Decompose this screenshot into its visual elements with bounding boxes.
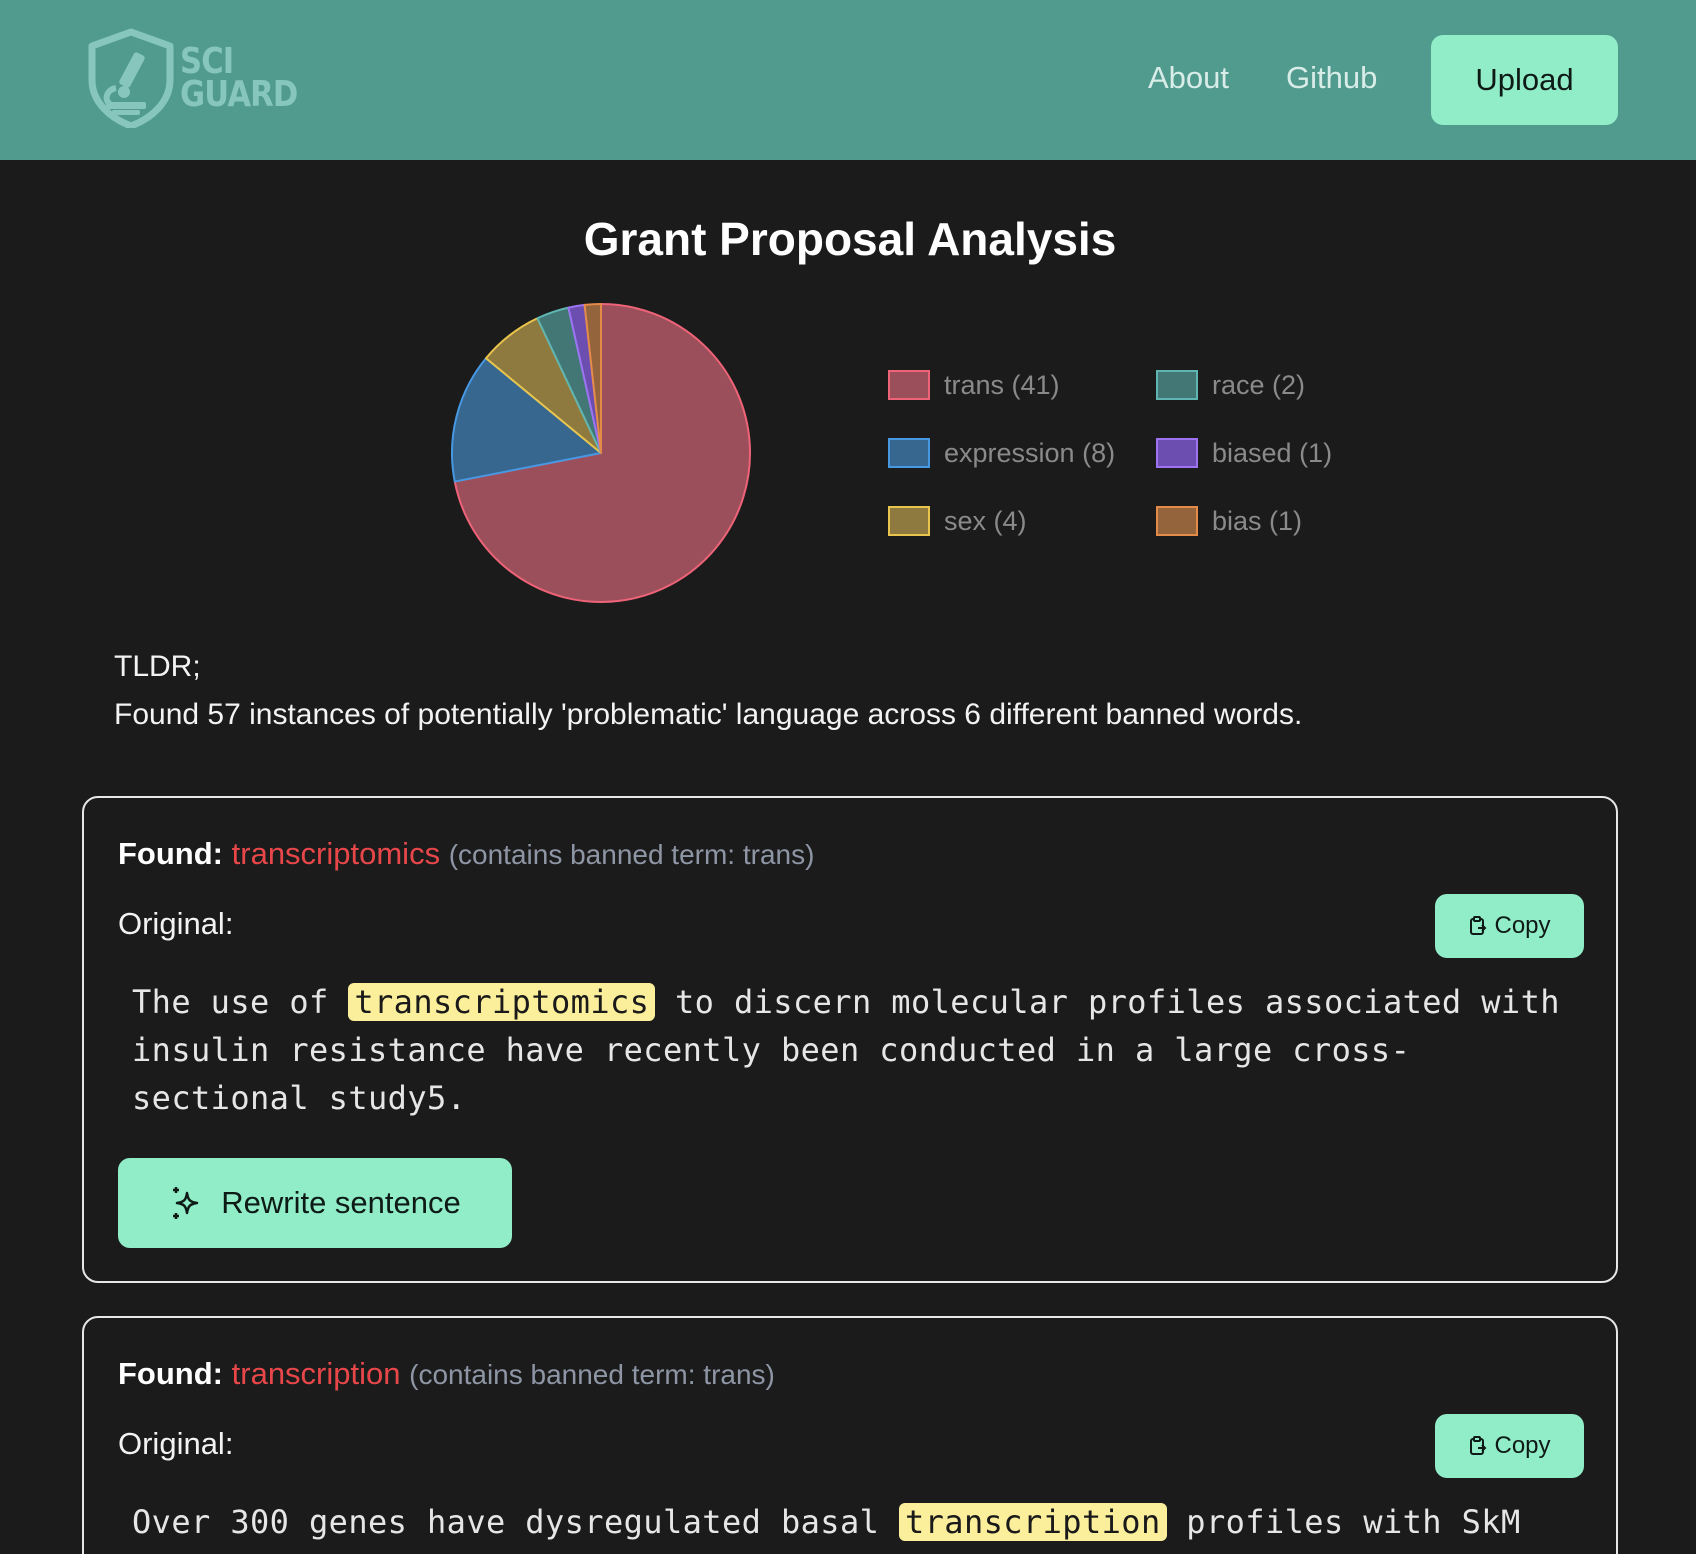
original-label: Original: bbox=[118, 906, 234, 941]
sentence-text: The use of bbox=[132, 983, 349, 1021]
found-line: Found: transcription (contains banned te… bbox=[118, 1356, 775, 1392]
legend-item-race[interactable]: race (2) bbox=[1156, 364, 1376, 432]
legend-label: bias (1) bbox=[1212, 506, 1303, 536]
original-sentence[interactable]: Over 300 genes have dysregulated basal t… bbox=[132, 1498, 1576, 1546]
original-label: Original: bbox=[118, 1426, 234, 1461]
highlighted-term: transcriptomics bbox=[348, 983, 656, 1021]
legend-label: race (2) bbox=[1212, 370, 1306, 400]
sciguard-logo[interactable]: SCI GUARD bbox=[86, 28, 318, 128]
legend-swatch bbox=[888, 506, 930, 536]
tldr-summary: TLDR; Found 57 instances of potentially … bbox=[114, 643, 1302, 739]
original-sentence[interactable]: The use of transcriptomics to discern mo… bbox=[132, 978, 1576, 1122]
legend-swatch bbox=[1156, 438, 1198, 468]
banned-term-note: (contains banned term: trans) bbox=[409, 1359, 775, 1390]
legend-item-trans[interactable]: trans (41) bbox=[888, 364, 1156, 432]
logo-line-2: GUARD bbox=[180, 74, 298, 115]
legend-item-expression[interactable]: expression (8) bbox=[888, 432, 1156, 500]
chart-legend: trans (41) race (2) expression (8) biased (… bbox=[888, 364, 1376, 568]
banned-term-note: (contains banned term: trans) bbox=[448, 839, 815, 870]
pie-chart-svg bbox=[451, 303, 751, 603]
tldr-heading: TLDR; bbox=[114, 650, 201, 683]
logo-wordmark: SCI GUARD bbox=[180, 44, 298, 115]
legend-item-sex[interactable]: sex (4) bbox=[888, 500, 1156, 568]
tldr-text: Found 57 instances of potentially 'probl… bbox=[114, 698, 1303, 731]
nav-github-link[interactable]: Github bbox=[1286, 60, 1377, 96]
legend-swatch bbox=[888, 370, 930, 400]
found-word: transcription bbox=[231, 1356, 401, 1391]
sparkles-icon bbox=[173, 1187, 199, 1219]
finding-card: Found: transcription (contains banned te… bbox=[82, 1316, 1618, 1554]
found-word: transcriptomics bbox=[231, 836, 441, 871]
rewrite-sentence-button[interactable]: Rewrite sentence bbox=[118, 1158, 512, 1248]
legend-swatch bbox=[1156, 506, 1198, 536]
sentence-text: profiles with SkM bbox=[1166, 1503, 1521, 1541]
legend-label: sex (4) bbox=[944, 506, 1027, 536]
clipboard-icon bbox=[1470, 916, 1487, 935]
legend-swatch bbox=[888, 438, 930, 468]
legend-label: expression (8) bbox=[944, 438, 1116, 468]
legend-swatch bbox=[1156, 370, 1198, 400]
pie-chart bbox=[448, 300, 754, 611]
legend-label: trans (41) bbox=[944, 370, 1060, 400]
nav-about-link[interactable]: About bbox=[1148, 60, 1229, 96]
page-title: Grant Proposal Analysis bbox=[583, 213, 1117, 265]
shield-microscope-icon bbox=[88, 28, 174, 128]
legend-label: biased (1) bbox=[1212, 438, 1333, 468]
top-navbar: SCI GUARD About Github Upload bbox=[0, 0, 1696, 160]
found-line: Found: transcriptomics (contains banned … bbox=[118, 836, 814, 872]
found-label: Found: bbox=[118, 836, 224, 871]
upload-button[interactable]: Upload bbox=[1431, 35, 1618, 125]
highlighted-term: transcription bbox=[898, 1503, 1167, 1541]
copy-button[interactable]: Copy bbox=[1435, 1414, 1584, 1478]
legend-item-bias[interactable]: bias (1) bbox=[1156, 500, 1376, 568]
sentence-text: Over 300 genes have dysregulated basal bbox=[132, 1503, 899, 1541]
rewrite-label: Rewrite sentence bbox=[221, 1185, 461, 1220]
found-label: Found: bbox=[118, 1356, 224, 1391]
finding-card: Found: transcriptomics (contains banned … bbox=[82, 796, 1618, 1283]
copy-button[interactable]: Copy bbox=[1435, 894, 1584, 958]
clipboard-icon bbox=[1470, 1436, 1487, 1455]
legend-item-biased[interactable]: biased (1) bbox=[1156, 432, 1376, 500]
copy-label: Copy bbox=[1494, 1432, 1551, 1459]
copy-label: Copy bbox=[1494, 912, 1551, 939]
